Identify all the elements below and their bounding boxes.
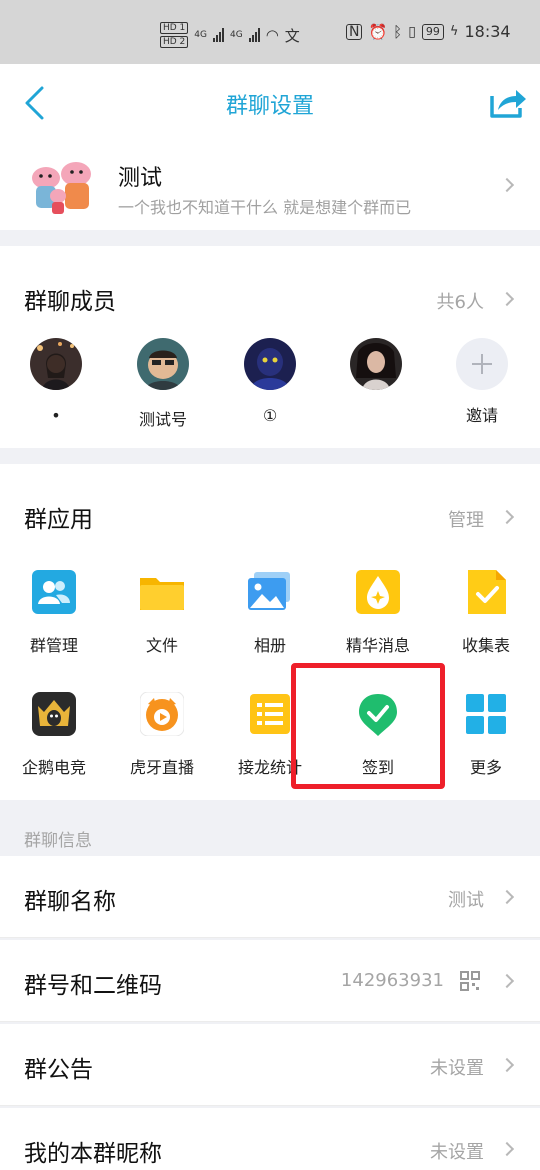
network-type-2: 4G <box>230 30 243 40</box>
app-group-manage[interactable]: 群管理 <box>0 570 108 656</box>
app-label: 文件 <box>145 636 178 655</box>
row-value: 测试 <box>448 890 484 911</box>
chevron-right-icon <box>499 1141 515 1157</box>
nfc-icon: N <box>346 23 363 40</box>
group-manage-icon <box>32 570 76 614</box>
app-label: 收集表 <box>461 636 510 655</box>
member-count[interactable]: 共6人 <box>437 288 484 314</box>
status-bar: HD 1 HD 2 4G 4G ◠ 文 N ⏰ ᛒ ▯ 99 ϟ 18:34 <box>0 0 540 64</box>
plus-icon <box>456 338 508 390</box>
app-esports[interactable]: 企鹅电竞 <box>0 692 108 778</box>
collect-form-icon <box>468 570 506 614</box>
page-title: 群聊设置 <box>225 94 314 119</box>
status-icons: HD 1 HD 2 4G 4G ◠ 文 <box>160 22 300 48</box>
app-label: 相册 <box>253 636 286 655</box>
member-avatar <box>244 338 296 390</box>
status-right: N ⏰ ᛒ ▯ 99 ϟ 18:34 <box>346 22 511 41</box>
apps-manage-link[interactable]: 管理 <box>448 506 484 532</box>
battery-level: 99 <box>421 23 444 40</box>
member-item[interactable]: 测试号 <box>113 338 213 430</box>
row-value: 未设置 <box>430 1058 484 1079</box>
checkin-icon <box>359 694 397 736</box>
relay-icon <box>250 694 290 734</box>
row-group-name[interactable]: 群聊名称 测试 <box>0 856 540 938</box>
hd1-badge: HD 1 <box>160 22 189 34</box>
apps-title: 群应用 <box>24 507 93 533</box>
member-name: 测试号 <box>138 410 187 429</box>
chevron-right-icon <box>499 177 515 193</box>
chevron-right-icon <box>499 1057 515 1073</box>
network-type-1: 4G <box>194 30 207 40</box>
row-title: 群公告 <box>24 1057 93 1083</box>
app-label: 签到 <box>361 758 394 777</box>
row-title: 群号和二维码 <box>24 973 162 999</box>
app-album[interactable]: 相册 <box>216 570 324 656</box>
vibrate-icon: ▯ <box>408 23 416 40</box>
hd2-badge: HD 2 <box>160 36 189 48</box>
chevron-right-icon <box>499 973 515 989</box>
member-name: • <box>51 406 61 425</box>
app-label: 更多 <box>469 758 502 777</box>
essence-icon <box>356 570 400 614</box>
row-value: 142963931 <box>340 970 444 991</box>
app-huya[interactable]: 虎牙直播 <box>108 691 216 778</box>
group-header[interactable]: 测试 一个我也不知道干什么 就是想建个群而已 <box>0 142 540 230</box>
member-avatar <box>350 338 402 390</box>
app-checkin[interactable]: 签到 <box>324 692 432 778</box>
bluetooth-icon: ᛒ <box>393 22 403 41</box>
member-avatar <box>137 338 189 390</box>
member-avatar <box>30 338 82 390</box>
members-title: 群聊成员 <box>24 289 116 315</box>
row-my-nickname[interactable]: 我的本群昵称 未设置 <box>0 1108 540 1170</box>
app-collect-form[interactable]: 收集表 <box>432 570 540 656</box>
wifi-icon: ◠ <box>265 26 279 44</box>
alarm-icon: ⏰ <box>368 22 388 41</box>
huya-icon <box>139 691 185 737</box>
chevron-right-icon <box>499 889 515 905</box>
app-label: 群管理 <box>29 636 78 655</box>
app-label: 企鹅电竞 <box>21 758 86 777</box>
row-value: 未设置 <box>430 1142 484 1163</box>
app-relay[interactable]: 接龙统计 <box>216 692 324 778</box>
qr-code-icon <box>460 971 480 991</box>
app-more[interactable]: 更多 <box>432 692 540 778</box>
folder-icon <box>140 578 184 610</box>
wifi-extra: 文 <box>284 26 300 45</box>
more-icon <box>466 694 506 734</box>
charging-icon: ϟ <box>449 24 459 39</box>
row-title: 群聊名称 <box>24 889 116 915</box>
group-name: 测试 <box>118 166 163 191</box>
share-icon[interactable] <box>488 84 528 120</box>
row-group-number-qr[interactable]: 群号和二维码 142963931 <box>0 940 540 1022</box>
member-item[interactable] <box>326 338 426 406</box>
app-label: 接龙统计 <box>237 758 302 777</box>
member-item[interactable]: ① <box>220 338 320 425</box>
clock: 18:34 <box>464 22 511 41</box>
app-essence[interactable]: 精华消息 <box>324 570 432 656</box>
row-announcement[interactable]: 群公告 未设置 <box>0 1024 540 1106</box>
info-section-label: 群聊信息 <box>24 831 92 851</box>
group-description: 一个我也不知道干什么 就是想建个群而已 <box>118 198 412 217</box>
nav-bar: 群聊设置 <box>0 64 540 142</box>
row-title: 我的本群昵称 <box>24 1141 162 1167</box>
signal-2-icon <box>248 28 260 42</box>
esports-icon <box>32 692 76 736</box>
apps-section: 群应用 管理 群管理 文件 相册 精华消息 收集表 企鹅电竞 虎牙直播 接龙统计… <box>0 464 540 800</box>
app-label: 精华消息 <box>345 636 410 655</box>
invite-button[interactable]: 邀请 <box>432 338 532 426</box>
album-icon <box>248 572 290 610</box>
member-item[interactable]: • <box>6 338 106 425</box>
member-name: ① <box>262 406 278 425</box>
chevron-right-icon <box>499 509 515 525</box>
chevron-right-icon <box>499 291 515 307</box>
members-section: 群聊成员 共6人 • 测试号 ① 邀请 <box>0 246 540 448</box>
signal-1-icon <box>213 28 224 42</box>
app-files[interactable]: 文件 <box>108 570 216 656</box>
invite-label: 邀请 <box>465 406 498 425</box>
group-avatar <box>22 154 104 218</box>
app-label: 虎牙直播 <box>129 758 194 777</box>
